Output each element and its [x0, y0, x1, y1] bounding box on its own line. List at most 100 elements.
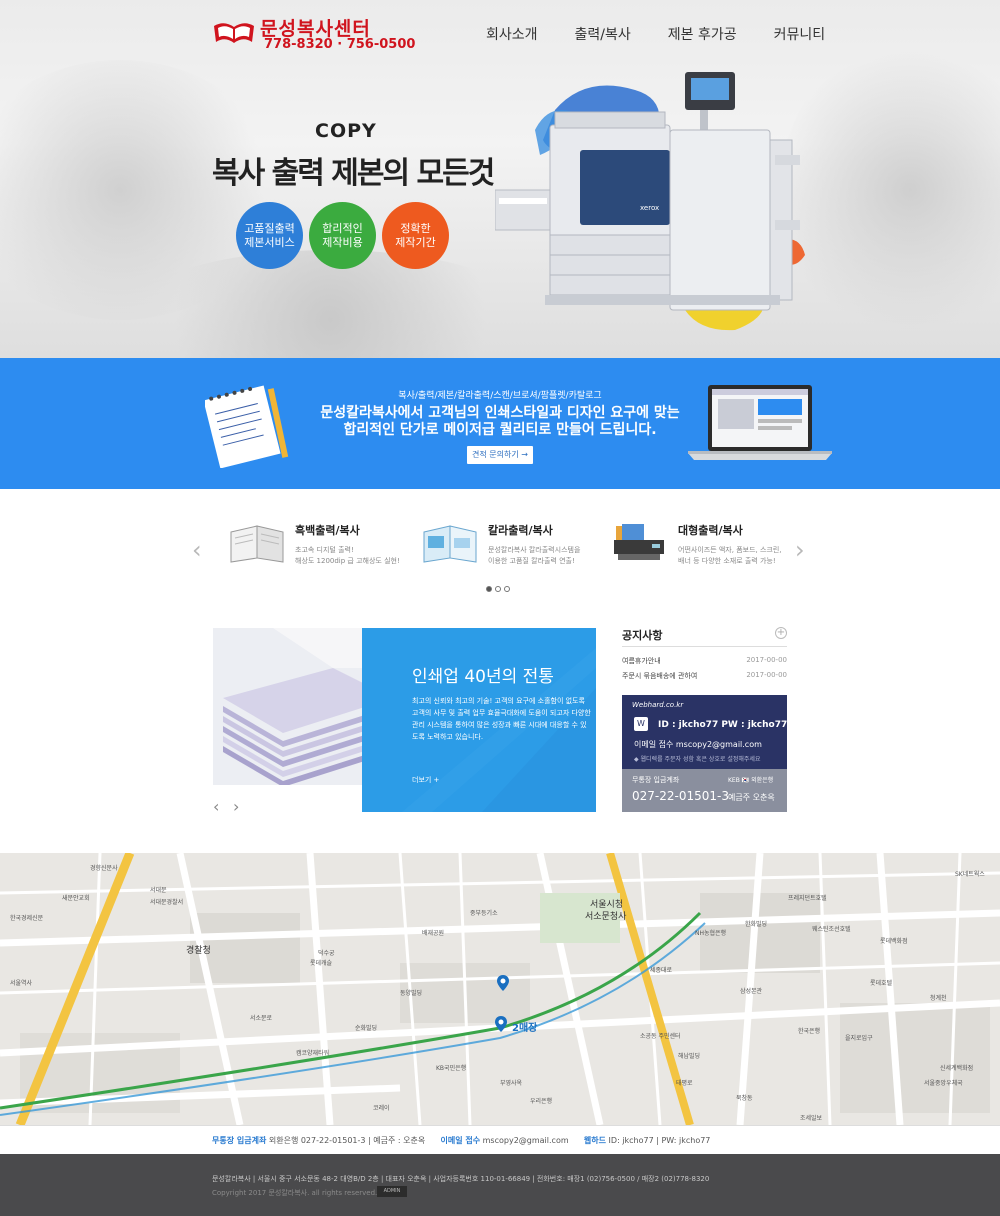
- service-desc: 해상도 1200dip 급 고해상도 실현!: [295, 557, 400, 565]
- service-large-print[interactable]: 대형출력/복사 어떤사이즈든 액자, 폼보드, 스크린, 배너 등 다양한 소재…: [610, 520, 810, 580]
- info-key: 무통장 입금계좌: [212, 1136, 267, 1145]
- pagination-dot[interactable]: [486, 586, 492, 592]
- map-label: 롯데캐슬: [310, 960, 333, 967]
- badge-line: 고품질출력: [244, 221, 295, 235]
- nav-item-company[interactable]: 회사소개: [486, 24, 538, 44]
- service-title: 대형출력/복사: [678, 524, 743, 537]
- hero-eyebrow: COPY: [315, 120, 377, 142]
- banner-headline-2: 합리적인 단가로 메이저급 퀄리티로 만들어 드립니다.: [343, 422, 657, 438]
- badge-period: 정확한 제작기간: [382, 202, 449, 269]
- webhard-logo: Webhard.co.kr: [632, 701, 684, 709]
- footer-company-info: 문성칼라복사 | 서울시 중구 서소문동 48-2 대영B/D 2층 | 대표자…: [212, 1175, 710, 1183]
- webhard-icon: W: [634, 717, 648, 731]
- service-title: 흑백출력/복사: [295, 524, 360, 537]
- admin-button[interactable]: ADMIN: [377, 1186, 407, 1197]
- info-value: mscopy2@gmail.com: [482, 1136, 569, 1145]
- webhard-box[interactable]: Webhard.co.kr W ID : jkcho77 PW : jkcho7…: [622, 695, 787, 812]
- info-key: 이메일 접수: [440, 1136, 481, 1145]
- map-label: 동양빌딩: [400, 990, 423, 997]
- map-label: 을지로입구: [845, 1035, 873, 1042]
- map-label: 순화빌딩: [355, 1025, 378, 1032]
- service-bw-print[interactable]: 흑백출력/복사 초고속 디지털 출력! 해상도 1200dip 급 고해상도 실…: [227, 520, 427, 580]
- badge-line: 제작비용: [322, 235, 363, 249]
- feature-prev-arrow[interactable]: ‹: [213, 797, 219, 816]
- service-title: 칼라출력/복사: [488, 524, 553, 537]
- notice-item-title: 주문시 묶음배송에 관하여: [622, 672, 698, 680]
- contact-info-row: 무통장 입금계좌 외환은행 027-22-01501-3 | 예금주 : 오춘옥…: [212, 1135, 710, 1146]
- bank-label: 무통장 입금계좌: [632, 776, 680, 784]
- nav-item-print-copy[interactable]: 출력/복사: [575, 24, 631, 44]
- pagination-dot[interactable]: [495, 586, 501, 592]
- large-format-printer-icon: [614, 524, 664, 560]
- badge-cost: 합리적인 제작비용: [309, 202, 376, 269]
- map-label: 한화빌딩: [745, 921, 768, 928]
- bank-account-panel: 무통장 입금계좌 027-22-01501-3 KEB 🇰🇷 외환은행 예금주 …: [622, 769, 787, 812]
- nav-item-binding[interactable]: 제본 후가공: [668, 24, 737, 44]
- map-label: 서울중앙우체국: [924, 1080, 963, 1087]
- map-label: 조세일보: [800, 1115, 823, 1122]
- service-desc: 배너 등 다양한 소재로 출력 가능!: [678, 557, 776, 565]
- map-label: 배재공원: [422, 930, 445, 937]
- notice-more-icon[interactable]: +: [775, 627, 787, 639]
- map-pin-icon[interactable]: [497, 975, 509, 991]
- feature-panel: 인쇄업 40년의 전통 최고의 신뢰와 최고의 기술! 고객의 요구에 소홀함이…: [362, 628, 596, 812]
- map-label: 청계천: [930, 995, 947, 1002]
- store-2-label: 2매장: [512, 1023, 538, 1034]
- feature-next-arrow[interactable]: ›: [233, 797, 239, 816]
- map-label: 중부등기소: [470, 910, 498, 917]
- badge-line: 정확한: [400, 221, 431, 235]
- printer-brand: xerox: [640, 204, 659, 212]
- account-holder: 예금주 오춘옥: [728, 793, 775, 802]
- notice-item-date: 2017-00-00: [746, 671, 787, 679]
- map-label: 우리은행: [530, 1098, 553, 1105]
- feature-more-link[interactable]: 더보기 +: [412, 775, 439, 785]
- map-label: 롯데백화점: [880, 938, 908, 945]
- notice-item[interactable]: 주문시 묶음배송에 관하여 2017-00-00: [622, 671, 787, 681]
- notice-title: 공지사항: [622, 629, 663, 642]
- notice-item[interactable]: 여름휴가안내 2017-00-00: [622, 656, 787, 666]
- color-brochure-icon: [423, 525, 477, 563]
- service-desc: 초고속 디지털 출력!: [295, 546, 354, 554]
- banner-subtitle: 복사/출력/제본/칼라출력/스캔/브로셔/팜플렛/카탈로그: [398, 391, 602, 401]
- map-label: 서소문로: [250, 1015, 273, 1022]
- estimate-inquiry-button[interactable]: 견적 문의하기 →: [467, 446, 533, 464]
- feature-body: 최고의 신뢰와 최고의 기술! 고객의 요구에 소홀함이 없도록 고객의 사무 …: [412, 697, 591, 741]
- hero-title: 복사 출력 제본의 모든것: [212, 156, 495, 191]
- services-pagination: [486, 586, 513, 592]
- map-label: NH농협은행: [695, 930, 727, 937]
- logo-phone: 778-8320 · 756-0500: [264, 37, 416, 52]
- map-label: 서소문청사: [585, 912, 627, 922]
- map-label: 서울역사: [10, 980, 33, 987]
- open-book-icon: [230, 525, 284, 563]
- map-label: 서대문: [150, 887, 167, 894]
- services-prev-arrow[interactable]: ‹: [192, 536, 202, 564]
- bank-name: KEB 🇰🇷 외환은행: [728, 777, 774, 784]
- map-label: 프레지던트호텔: [788, 895, 827, 902]
- map-label: 한국은행: [798, 1028, 821, 1035]
- map-label: SK네트웍스: [955, 871, 985, 878]
- site-footer: 문성칼라복사 | 서울시 중구 서소문동 48-2 대영B/D 2층 | 대표자…: [0, 1154, 1000, 1216]
- service-color-print[interactable]: 칼라출력/복사 문성칼라복사 칼라출력시스템을 이용한 고품질 칼라출력 연출!: [420, 520, 620, 580]
- badge-line: 합리적인: [322, 221, 363, 235]
- divider: [622, 646, 787, 647]
- notice-item-title: 여름휴가안내: [622, 657, 661, 665]
- promo-banner: 복사/출력/제본/칼라출력/스캔/브로셔/팜플렛/카탈로그 문성칼라복사에서 고…: [0, 358, 1000, 489]
- pagination-dot[interactable]: [504, 586, 510, 592]
- map-label: KB국민은행: [436, 1065, 467, 1072]
- site-logo[interactable]: 문성복사센터 778-8320 · 756-0500: [212, 14, 415, 54]
- laptop-image: [688, 385, 832, 460]
- map-label: 삼성본관: [740, 988, 763, 995]
- location-map[interactable]: 2매장 서울시청 서소문청사 경찰청 중부등기소 한화빌딩 롯데캐슬 덕수궁 동…: [0, 853, 1000, 1125]
- map-label: 북창동: [736, 1095, 753, 1102]
- book-logo-icon: [214, 23, 254, 43]
- map-label: 소공동 주민센터: [640, 1033, 681, 1040]
- feature-title: 인쇄업 40년의 전통: [412, 667, 554, 687]
- bank-account-number: 027-22-01501-3: [632, 789, 729, 803]
- map-label: 롯데호텔: [870, 980, 893, 987]
- map-pin-icon[interactable]: [495, 1016, 507, 1032]
- map-label: 새문안교회: [62, 895, 90, 902]
- badge-line: 제작기간: [395, 235, 436, 249]
- nav-item-community[interactable]: 커뮤니티: [774, 24, 826, 44]
- map-label: 경찰청: [186, 946, 211, 956]
- service-desc: 어떤사이즈든 액자, 폼보드, 스크린,: [678, 546, 782, 554]
